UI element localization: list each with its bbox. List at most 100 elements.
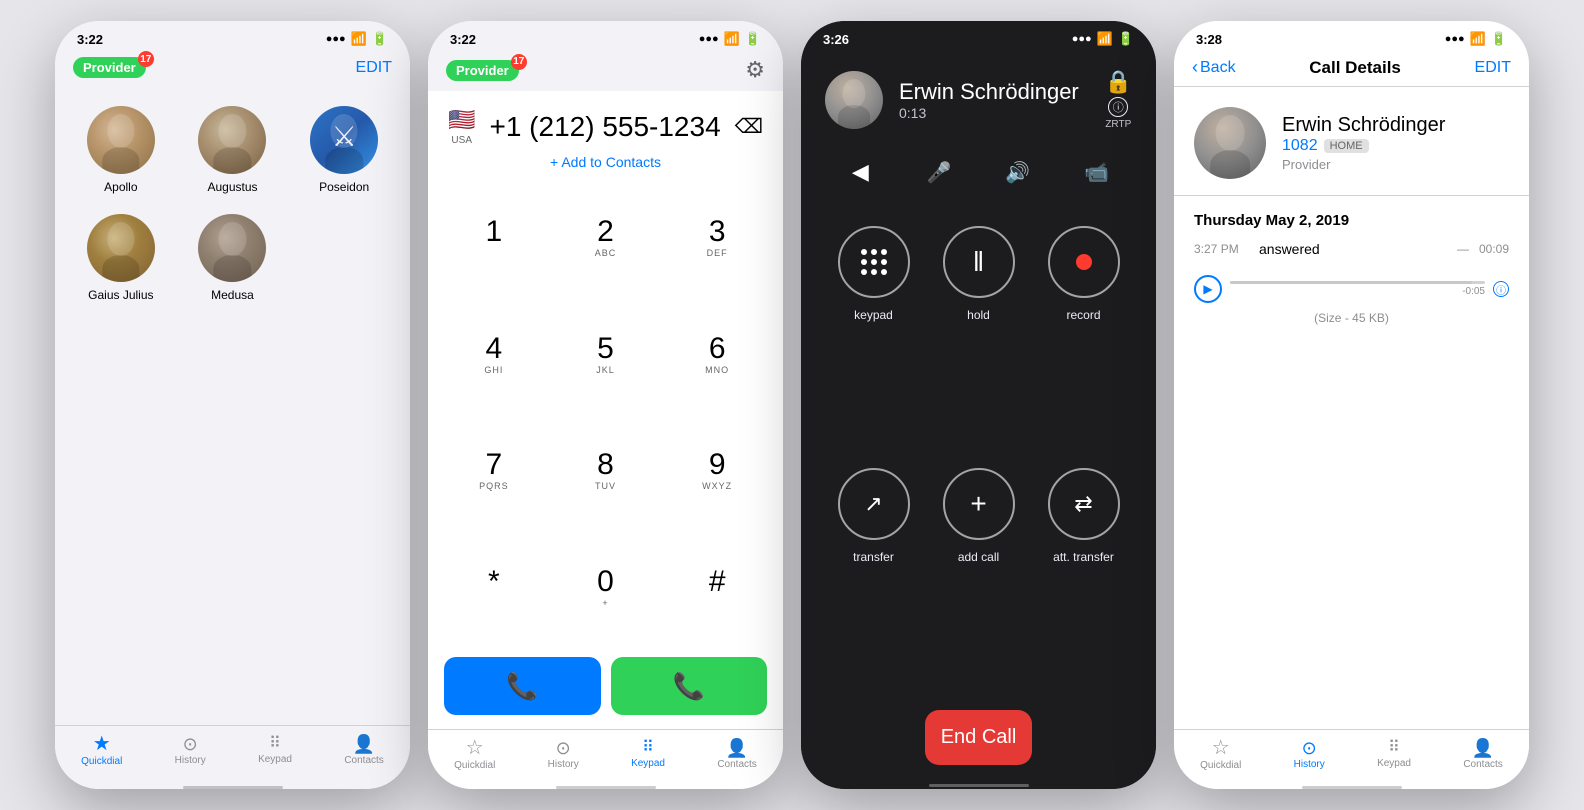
detail-number[interactable]: 1082 HOME xyxy=(1282,137,1509,155)
action-hold[interactable]: ‖ hold xyxy=(936,226,1021,448)
video-button[interactable]: 📹 xyxy=(1075,150,1119,194)
call-duration: 0:13 xyxy=(899,105,1089,121)
add-call-circle: + xyxy=(943,468,1015,540)
tab-history-4[interactable]: ⊙ History xyxy=(1294,739,1325,770)
tab-label-contacts-4: Contacts xyxy=(1463,759,1502,770)
action-att-transfer[interactable]: ⇄ att. transfer xyxy=(1041,468,1126,690)
backspace-button[interactable]: ⌫ xyxy=(735,114,763,139)
mute-button[interactable]: 🎤 xyxy=(917,150,961,194)
star-icon-2: ☆ xyxy=(466,738,484,758)
tab-contacts-4[interactable]: 👤 Contacts xyxy=(1463,739,1502,770)
keypad-icon-1: ⠿ xyxy=(269,736,281,752)
previous-button[interactable]: ◀ xyxy=(838,150,882,194)
edit-button-1[interactable]: EDIT xyxy=(356,59,392,77)
tab-label-quickdial-2: Quickdial xyxy=(454,760,495,771)
tab-label-keypad-1: Keypad xyxy=(258,754,292,765)
key-2[interactable]: 2 ABC xyxy=(550,180,662,297)
speaker-button[interactable]: 🔊 xyxy=(996,150,1040,194)
tab-contacts-1[interactable]: 👤 Contacts xyxy=(344,735,383,766)
edit-button-4[interactable]: EDIT xyxy=(1475,59,1511,77)
tab-history-2[interactable]: ⊙ History xyxy=(548,739,579,770)
end-call-button[interactable]: End Call xyxy=(925,710,1033,765)
contact-augustus[interactable]: Augustus xyxy=(187,106,279,194)
status-icons-2: ●●● 📶 🔋 xyxy=(699,31,761,47)
badge-count-2: 17 xyxy=(511,54,527,70)
record-label: record xyxy=(1066,308,1100,322)
star-icon-4: ☆ xyxy=(1212,738,1230,758)
entry-duration-end: 00:09 xyxy=(1479,242,1509,256)
tab-keypad-4[interactable]: ⠿ Keypad xyxy=(1377,740,1411,769)
caller-name: Erwin Schrödinger xyxy=(899,79,1089,105)
key-hash[interactable]: # xyxy=(661,530,773,647)
key-9[interactable]: 9 WXYZ xyxy=(661,414,773,531)
key-8[interactable]: 8 TUV xyxy=(550,414,662,531)
zrtp-badge: 🔒 ⓘ ZRTP xyxy=(1105,69,1132,130)
history-date: Thursday May 2, 2019 xyxy=(1194,212,1509,229)
keypad-icon-2: ⠿ xyxy=(642,740,654,756)
provider-badge-2[interactable]: Provider xyxy=(446,60,519,81)
tab-contacts-2[interactable]: 👤 Contacts xyxy=(717,739,756,770)
key-3[interactable]: 3 DEF xyxy=(661,180,773,297)
contact-medusa[interactable]: Medusa xyxy=(187,214,279,302)
caller-section: Erwin Schrödinger 0:13 🔒 ⓘ ZRTP xyxy=(801,53,1156,138)
avatar-apollo xyxy=(87,106,155,174)
contact-gaius[interactable]: Gaius Julius xyxy=(75,214,167,302)
tab-bar-2: ☆ Quickdial ⊙ History ⠿ Keypad 👤 Contact… xyxy=(428,729,783,785)
key-1[interactable]: 1 xyxy=(438,180,550,297)
gear-button[interactable]: ⚙ xyxy=(745,57,765,83)
record-dot-icon xyxy=(1076,254,1092,270)
player-times: 0:00 -0:05 xyxy=(1230,284,1485,297)
add-to-contacts-link[interactable]: + Add to Contacts xyxy=(428,152,783,180)
tab-keypad-1[interactable]: ⠿ Keypad xyxy=(258,736,292,765)
player-info-button[interactable]: ⓘ xyxy=(1493,281,1509,297)
action-keypad[interactable]: keypad xyxy=(831,226,916,448)
tab-label-quickdial-1: Quickdial xyxy=(81,756,122,767)
action-add-call[interactable]: + add call xyxy=(936,468,1021,690)
history-icon-4: ⊙ xyxy=(1302,739,1317,757)
entry-time-1: 3:27 PM xyxy=(1194,242,1249,256)
provider-badge-1[interactable]: Provider xyxy=(73,57,146,78)
tab-bar-4: ☆ Quickdial ⊙ History ⠿ Keypad 👤 Contact… xyxy=(1174,729,1529,785)
status-icons-4: ●●● 📶 🔋 xyxy=(1445,31,1507,47)
signal-icon-4: ●●● xyxy=(1445,33,1465,45)
tab-quickdial-1[interactable]: ★ Quickdial xyxy=(81,734,122,767)
key-7[interactable]: 7 PQRS xyxy=(438,414,550,531)
key-6[interactable]: 6 MNO xyxy=(661,297,773,414)
recall-button[interactable]: 📞 xyxy=(444,657,601,715)
battery-icon-2: 🔋 xyxy=(745,31,761,47)
key-5[interactable]: 5 JKL xyxy=(550,297,662,414)
progress-bar[interactable] xyxy=(1230,281,1485,284)
tab-label-keypad-2: Keypad xyxy=(631,758,665,769)
badge-count-1: 17 xyxy=(138,51,154,67)
tab-quickdial-4[interactable]: ☆ Quickdial xyxy=(1200,738,1241,771)
battery-icon-1: 🔋 xyxy=(372,31,388,47)
action-transfer[interactable]: ↗ transfer xyxy=(831,468,916,690)
audio-player: ▶ 0:00 -0:05 ⓘ xyxy=(1194,271,1509,307)
keypad-icon-4: ⠿ xyxy=(1388,740,1400,756)
contact-poseidon[interactable]: ⚔ Poseidon xyxy=(298,106,390,194)
keypad-circle xyxy=(838,226,910,298)
back-button[interactable]: ‹ Back xyxy=(1192,57,1236,78)
signal-icon-3: ●●● xyxy=(1072,33,1092,45)
info-icon[interactable]: ⓘ xyxy=(1108,97,1128,117)
action-record[interactable]: record xyxy=(1041,226,1126,448)
tab-label-contacts-2: Contacts xyxy=(717,759,756,770)
tab-keypad-2[interactable]: ⠿ Keypad xyxy=(631,740,665,769)
tab-label-history-2: History xyxy=(548,759,579,770)
play-button[interactable]: ▶ xyxy=(1194,275,1222,303)
key-0[interactable]: 0 + xyxy=(550,530,662,647)
avatar-medusa xyxy=(198,214,266,282)
record-circle xyxy=(1048,226,1120,298)
avatar-augustus xyxy=(198,106,266,174)
tab-history-1[interactable]: ⊙ History xyxy=(175,735,206,766)
tab-quickdial-2[interactable]: ☆ Quickdial xyxy=(454,738,495,771)
wifi-icon-3: 📶 xyxy=(1097,31,1113,47)
contact-apollo[interactable]: Apollo xyxy=(75,106,167,194)
country-label: USA xyxy=(451,135,472,146)
call-button[interactable]: 📞 xyxy=(611,657,768,715)
key-4[interactable]: 4 GHI xyxy=(438,297,550,414)
key-star[interactable]: * xyxy=(438,530,550,647)
signal-icon-1: ●●● xyxy=(326,33,346,45)
entry-duration-start: — xyxy=(1457,242,1469,256)
screen-active-call: 3:26 ●●● 📶 🔋 Erwin Schrödinger 0:13 🔒 ⓘ … xyxy=(801,21,1156,789)
